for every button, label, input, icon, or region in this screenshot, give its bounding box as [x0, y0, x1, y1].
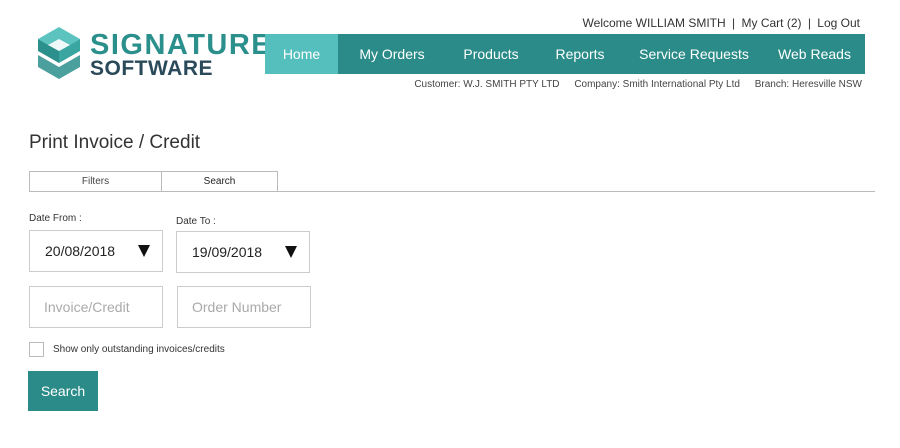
customer-info: Customer: W.J. SMITH PTY LTD: [414, 79, 560, 90]
customer-info-bar: Customer: W.J. SMITH PTY LTD Company: Sm…: [402, 79, 862, 90]
date-from-value: 20/08/2018: [45, 243, 116, 259]
tab-divider: [29, 191, 875, 192]
order-number-input[interactable]: [177, 286, 311, 328]
brand-logo[interactable]: SIGNATURE SOFTWARE: [36, 25, 271, 85]
brand-name-line2: SOFTWARE: [90, 57, 213, 80]
outstanding-checkbox[interactable]: [29, 342, 44, 357]
user-links: Welcome WILLIAM SMITH | My Cart (2) | Lo…: [583, 16, 860, 30]
tab-filters[interactable]: Filters: [29, 171, 162, 192]
welcome-text: Welcome WILLIAM SMITH: [582, 16, 726, 30]
date-to-label: Date To :: [176, 216, 216, 227]
outstanding-checkbox-label: Show only outstanding invoices/credits: [53, 344, 225, 355]
branch-info: Branch: Heresville NSW: [754, 79, 862, 90]
nav-my-orders[interactable]: My Orders: [338, 34, 446, 74]
nav-home[interactable]: Home: [265, 34, 338, 74]
triangle-down-icon: [138, 245, 150, 257]
main-nav: Home My Orders Products Reports Service …: [265, 34, 865, 74]
nav-reports[interactable]: Reports: [536, 34, 624, 74]
date-to-picker[interactable]: 19/09/2018: [176, 231, 310, 273]
search-button[interactable]: Search: [28, 371, 98, 411]
link-separator: |: [732, 16, 736, 30]
page-title: Print Invoice / Credit: [29, 132, 201, 153]
date-to-value: 19/09/2018: [192, 244, 263, 260]
tab-search[interactable]: Search: [162, 171, 278, 192]
date-from-picker[interactable]: 20/08/2018: [29, 230, 163, 272]
nav-products[interactable]: Products: [446, 34, 536, 74]
tab-bar: Filters Search: [29, 171, 278, 192]
nav-web-reads[interactable]: Web Reads: [764, 34, 865, 74]
link-separator: |: [807, 16, 811, 30]
logout-link[interactable]: Log Out: [817, 16, 860, 30]
date-from-label: Date From :: [29, 213, 82, 224]
logo-cube-icon: [38, 27, 80, 79]
company-info: Company: Smith International Pty Ltd: [574, 79, 740, 90]
nav-service-requests[interactable]: Service Requests: [624, 34, 764, 74]
brand-name-line1: SIGNATURE: [90, 29, 273, 61]
invoice-credit-input[interactable]: [29, 286, 163, 328]
my-cart-link[interactable]: My Cart (2): [741, 16, 801, 30]
triangle-down-icon: [285, 246, 297, 258]
